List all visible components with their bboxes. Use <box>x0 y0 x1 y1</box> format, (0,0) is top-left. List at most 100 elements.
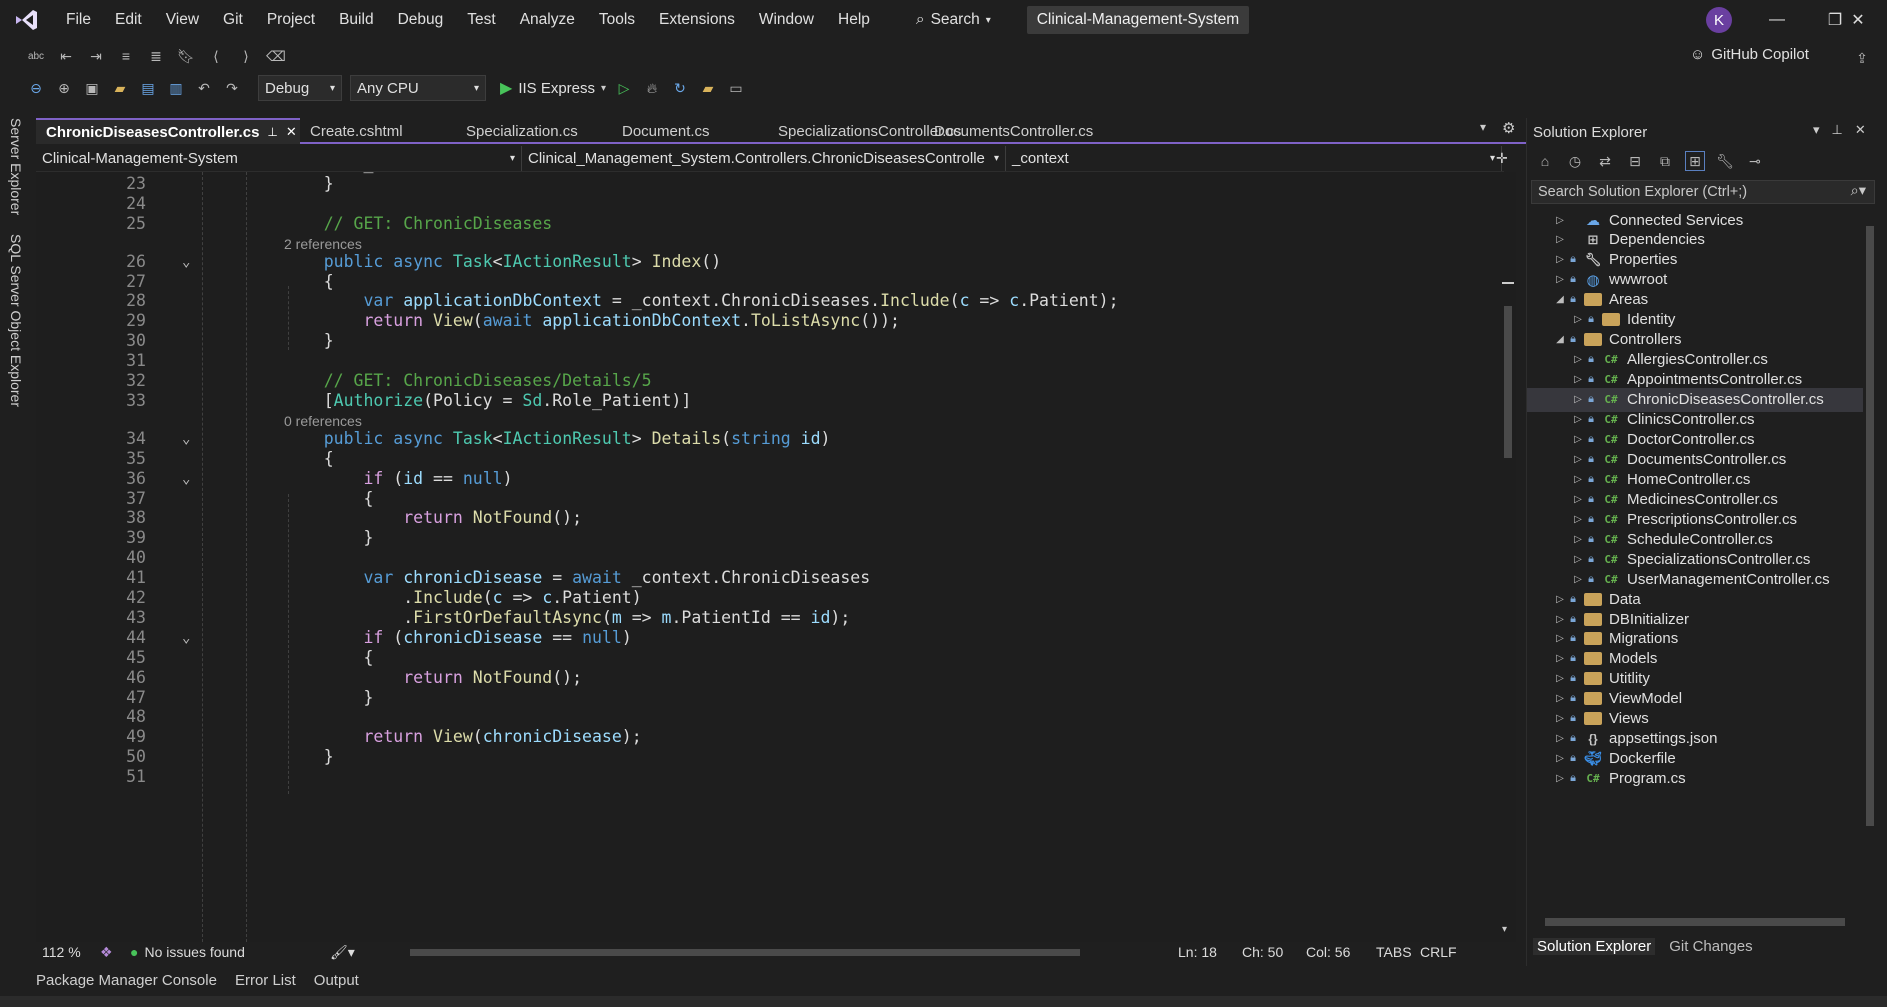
collapsed-arrow-icon[interactable]: ▷ <box>1553 733 1567 744</box>
split-editor-icon[interactable]: ✛ <box>1496 150 1508 167</box>
collapsed-arrow-icon[interactable]: ▷ <box>1571 554 1585 565</box>
menu-project[interactable]: Project <box>255 0 327 40</box>
collapsed-arrow-icon[interactable]: ▷ <box>1571 454 1585 465</box>
class-dropdown[interactable]: Clinical_Management_System.Controllers.C… <box>522 146 1006 171</box>
collapsed-arrow-icon[interactable]: ▷ <box>1571 474 1585 485</box>
scroll-thumb[interactable] <box>1504 306 1512 458</box>
comment-icon[interactable]: ≡ <box>116 46 136 66</box>
run-without-debug-icon[interactable]: ▷ <box>614 78 634 98</box>
hot-reload-icon[interactable]: 🔥︎ <box>642 78 662 98</box>
tree-vertical-scrollbar[interactable] <box>1863 208 1877 908</box>
intellicode-icon[interactable]: ❖ <box>100 944 130 961</box>
tabs-indicator[interactable]: TABS <box>1376 944 1420 960</box>
collapsed-arrow-icon[interactable]: ▷ <box>1553 254 1567 265</box>
collapsed-arrow-icon[interactable]: ▷ <box>1571 514 1585 525</box>
code-editor[interactable]: 22 _context = context;23 }2425 // GET: C… <box>36 172 1502 942</box>
menu-git[interactable]: Git <box>211 0 255 40</box>
visual-studio-logo-icon[interactable] <box>12 6 40 34</box>
menu-debug[interactable]: Debug <box>386 0 456 40</box>
menu-tools[interactable]: Tools <box>587 0 647 40</box>
settings-gear-icon[interactable]: ⚙ <box>1502 119 1515 137</box>
scroll-down-icon[interactable]: ▾ <box>1502 924 1507 935</box>
preview-icon[interactable]: ⊸ <box>1745 151 1765 171</box>
close-tab-icon[interactable]: ✕ <box>286 124 297 140</box>
menu-extensions[interactable]: Extensions <box>647 0 747 40</box>
solution-search-input[interactable]: Search Solution Explorer (Ctrl+;) ⌕▾ <box>1531 180 1875 204</box>
menu-file[interactable]: File <box>54 0 103 40</box>
collapsed-arrow-icon[interactable]: ▷ <box>1553 773 1567 784</box>
new-project-icon[interactable]: ▣ <box>82 78 102 98</box>
tree-scroll-thumb[interactable] <box>1866 226 1874 826</box>
collapsed-arrow-icon[interactable]: ▷ <box>1553 234 1567 245</box>
spellcheck-icon[interactable]: abc <box>26 46 46 66</box>
expanded-arrow-icon[interactable]: ◢ <box>1553 334 1567 345</box>
collapsed-arrow-icon[interactable]: ▷ <box>1553 673 1567 684</box>
show-all-files-icon[interactable]: ⧉ <box>1655 151 1675 171</box>
tab-document-cs[interactable]: Document.cs <box>612 118 768 144</box>
run-button[interactable]: ▶ IIS Express ▾ <box>500 78 606 98</box>
sync-icon[interactable]: ⇄ <box>1595 151 1615 171</box>
open-folder-icon[interactable]: ▰ <box>110 78 130 98</box>
redo-icon[interactable]: ↷ <box>222 78 242 98</box>
panel-tab-git-changes[interactable]: Git Changes <box>1669 938 1752 955</box>
expanded-arrow-icon[interactable]: ◢ <box>1553 294 1567 305</box>
menu-test[interactable]: Test <box>455 0 507 40</box>
tab-specializationscontroller-cs[interactable]: SpecializationsController.cs <box>768 118 961 144</box>
back-icon[interactable]: ⊖ <box>26 78 46 98</box>
collapsed-arrow-icon[interactable]: ▷ <box>1571 534 1585 545</box>
h-scroll-thumb[interactable] <box>410 949 1080 956</box>
indent-icon[interactable]: ⇤ <box>56 46 76 66</box>
panel-tab-solution-explorer[interactable]: Solution Explorer <box>1533 938 1656 955</box>
avatar[interactable]: K <box>1706 7 1732 33</box>
issues-indicator[interactable]: ● No issues found <box>130 944 330 960</box>
menu-help[interactable]: Help <box>826 0 882 40</box>
zoom-level[interactable]: 112 % <box>36 944 100 960</box>
undo-icon[interactable]: ↶ <box>194 78 214 98</box>
vertical-scrollbar[interactable]: ▾ <box>1500 172 1516 942</box>
menu-edit[interactable]: Edit <box>103 0 154 40</box>
close-window-button[interactable]: ✕ <box>1829 0 1887 40</box>
tree-item[interactable]: ▷ 🔒︎ C# Program.cs <box>1527 767 1863 791</box>
collapsed-arrow-icon[interactable]: ▷ <box>1571 354 1585 365</box>
bottom-tab-error-list[interactable]: Error List <box>235 972 296 989</box>
save-icon[interactable]: ▤ <box>138 78 158 98</box>
sql-server-explorer-tab[interactable]: SQL Server Object Explorer <box>8 234 24 407</box>
tab-documentscontroller-cs[interactable]: DocumentsController.cs <box>924 118 1093 144</box>
folder-icon[interactable]: ▰ <box>698 78 718 98</box>
member-dropdown[interactable]: _context ▾ <box>1006 146 1502 171</box>
platform-select[interactable]: Any CPU ▾ <box>350 75 486 101</box>
uncomment-icon[interactable]: ≣ <box>146 46 166 66</box>
collapsed-arrow-icon[interactable]: ▷ <box>1571 374 1585 385</box>
history-icon[interactable]: ◷ <box>1565 151 1585 171</box>
project-dropdown[interactable]: Clinical-Management-System ▾ <box>36 146 522 171</box>
pin-icon[interactable]: ⊥ <box>267 125 277 139</box>
tree-horizontal-scrollbar[interactable] <box>1545 918 1845 926</box>
layout-icon[interactable]: ▭ <box>726 78 746 98</box>
pin-icon[interactable]: ⊥ <box>1832 122 1843 138</box>
prev-bookmark-icon[interactable]: ⟨ <box>206 46 226 66</box>
minimize-button[interactable]: — <box>1748 0 1806 40</box>
bottom-tab-package-manager-console[interactable]: Package Manager Console <box>36 972 217 989</box>
collapsed-arrow-icon[interactable]: ▷ <box>1571 394 1585 405</box>
save-all-icon[interactable]: ▥ <box>166 78 186 98</box>
server-explorer-tab[interactable]: Server Explorer <box>8 118 24 215</box>
collapsed-arrow-icon[interactable]: ▷ <box>1553 614 1567 625</box>
home-icon[interactable]: ⌂ <box>1535 151 1555 171</box>
menu-view[interactable]: View <box>154 0 211 40</box>
collapsed-arrow-icon[interactable]: ▷ <box>1553 633 1567 644</box>
char-indicator[interactable]: Ch: 50 <box>1242 944 1306 960</box>
share-icon[interactable]: ⇪ <box>1852 48 1872 68</box>
filter-icon[interactable]: ⊞ <box>1685 151 1705 171</box>
horizontal-scrollbar[interactable] <box>400 947 1160 957</box>
configuration-select[interactable]: Debug ▾ <box>258 75 342 101</box>
close-icon[interactable]: ✕ <box>1855 122 1866 138</box>
collapsed-arrow-icon[interactable]: ▷ <box>1553 215 1567 226</box>
line-ending-indicator[interactable]: CRLF <box>1420 944 1464 960</box>
column-indicator[interactable]: Col: 56 <box>1306 944 1376 960</box>
clear-bookmarks-icon[interactable]: ⌫ <box>266 46 286 66</box>
refresh-icon[interactable]: ↻ <box>670 78 690 98</box>
next-bookmark-icon[interactable]: ⟩ <box>236 46 256 66</box>
collapsed-arrow-icon[interactable]: ▷ <box>1571 314 1585 325</box>
collapsed-arrow-icon[interactable]: ▷ <box>1553 753 1567 764</box>
chevron-down-icon[interactable]: ▾ <box>1813 122 1820 138</box>
